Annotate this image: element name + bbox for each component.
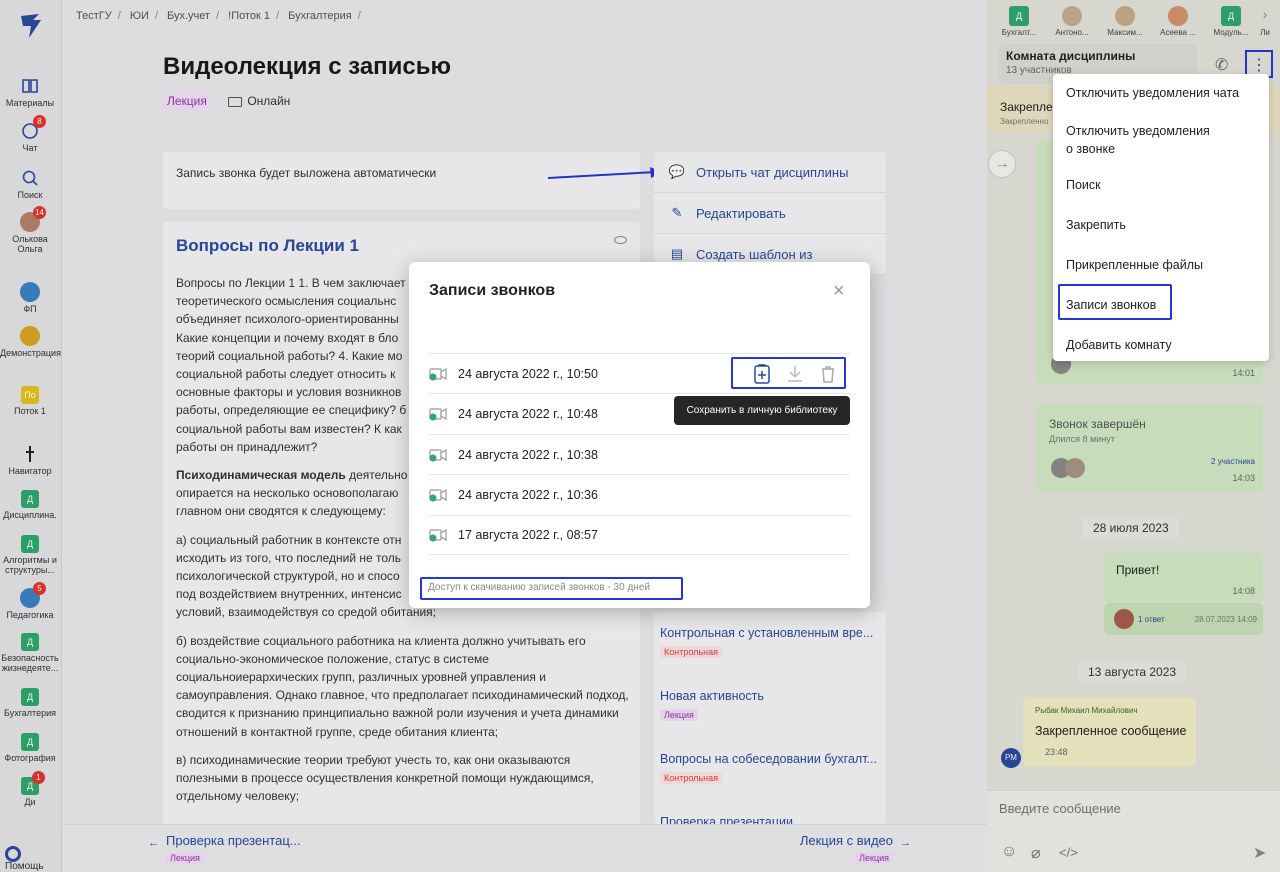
menu-item-pin[interactable]: Закрепить xyxy=(1053,216,1269,234)
call-recordings-modal: Записи звонков × 24 августа 2022 г., 10:… xyxy=(409,262,870,608)
menu-item-search[interactable]: Поиск xyxy=(1053,176,1269,194)
recording-date: 24 августа 2022 г., 10:48 xyxy=(458,406,598,421)
menu-item-add-room[interactable]: Добавить комнату xyxy=(1053,336,1269,354)
highlight-call-recordings xyxy=(1058,284,1172,320)
video-recording-icon xyxy=(429,528,447,542)
recording-row[interactable]: 17 августа 2022 г., 08:57 xyxy=(429,515,850,555)
video-recording-icon xyxy=(429,367,447,381)
menu-item-attached-files[interactable]: Прикрепленные файлы xyxy=(1053,256,1269,274)
modal-title: Записи звонков xyxy=(429,282,556,299)
highlight-record-actions xyxy=(731,357,846,389)
video-recording-icon xyxy=(429,448,447,462)
menu-item-mute-chat[interactable]: Отключить уведомления чата xyxy=(1053,84,1269,102)
video-recording-icon xyxy=(429,488,447,502)
menu-item-mute-calls[interactable]: Отключить уведомления о звонке xyxy=(1053,122,1233,158)
recording-date: 24 августа 2022 г., 10:50 xyxy=(458,366,598,381)
recording-row[interactable]: 24 августа 2022 г., 10:36 xyxy=(429,474,850,514)
close-icon[interactable]: × xyxy=(833,280,845,303)
recording-date: 24 августа 2022 г., 10:36 xyxy=(458,487,598,502)
save-tooltip: Сохранить в личную библиотеку xyxy=(674,396,850,425)
recording-row[interactable]: 24 августа 2022 г., 10:38 xyxy=(429,434,850,474)
access-note: Доступ к скачиванию записей звонков - 30… xyxy=(428,582,650,593)
video-recording-icon xyxy=(429,407,447,421)
recording-date: 17 августа 2022 г., 08:57 xyxy=(458,528,598,542)
recording-date: 24 августа 2022 г., 10:38 xyxy=(458,447,598,462)
